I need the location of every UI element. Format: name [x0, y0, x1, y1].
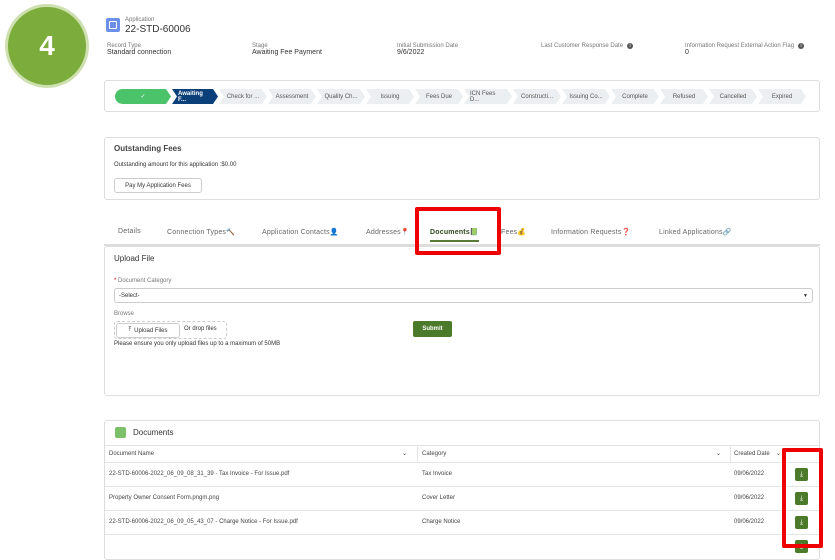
- pay-fees-button[interactable]: Pay My Application Fees: [114, 178, 202, 193]
- tab-linked-applications[interactable]: Linked Applications🔗: [659, 228, 732, 236]
- table-row: Property Owner Consent Form.pngm.png Cov…: [105, 486, 819, 510]
- column-header-category[interactable]: Category: [422, 451, 446, 457]
- chevron-down-icon[interactable]: ⌄: [402, 450, 407, 457]
- application-icon: [106, 18, 120, 32]
- chevron-down-icon[interactable]: ⌄: [716, 450, 721, 457]
- tab-application-contacts[interactable]: Application Contacts👤: [262, 228, 339, 236]
- tab-fees[interactable]: Fees💰: [501, 228, 526, 236]
- path-step[interactable]: Fees Due: [415, 89, 463, 104]
- table-row: 22-STD-60006-2022_06_09_05_43_07 - Charg…: [105, 510, 819, 534]
- browse-label: Browse: [114, 311, 135, 317]
- tab-connection-types[interactable]: Connection Types🔨: [167, 228, 235, 236]
- column-divider: [730, 446, 731, 463]
- field-record-type: Record Type Standard connection: [107, 43, 171, 56]
- path-step[interactable]: Assessment: [268, 89, 316, 104]
- upload-title: Upload File: [114, 254, 155, 263]
- document-name[interactable]: 22-STD-60006-2022_06_09_08_31_39 - Tax I…: [109, 471, 289, 477]
- table-row: ⤓: [105, 534, 819, 558]
- document-date: 09/06/2022: [734, 495, 765, 501]
- document-category: Cover Letter: [422, 495, 456, 501]
- dropdown-arrow-icon: ▼: [803, 293, 808, 299]
- field-stage: Stage Awaiting Fee Payment: [252, 43, 322, 56]
- highlight-download-column: [782, 448, 823, 548]
- tab-details[interactable]: Details: [118, 228, 141, 235]
- upload-files-button[interactable]: ⤒ Upload Files: [116, 323, 180, 338]
- document-name[interactable]: Property Owner Consent Form.pngm.png: [109, 495, 219, 501]
- step-number-badge: 4: [5, 4, 89, 88]
- path-step[interactable]: Complete: [611, 89, 659, 104]
- required-mark: *: [114, 278, 117, 284]
- documents-card: Documents Document Name ⌄ Category ⌄ Cre…: [104, 420, 820, 560]
- object-label: Application: [125, 17, 155, 23]
- highlight-documents-tab: [415, 207, 501, 255]
- path-step[interactable]: Constructi...: [513, 89, 561, 104]
- tab-addresses[interactable]: Addresses📍: [366, 228, 410, 236]
- upload-file-card: Upload File * Document Category -Select-…: [104, 246, 820, 396]
- field-label: Last Customer Response Date: [541, 43, 624, 49]
- column-divider: [417, 446, 418, 463]
- document-date: 09/06/2022: [734, 519, 765, 525]
- field-submission-date: Initial Submission Date 9/6/2022: [397, 43, 458, 56]
- category-label-text: Document Category: [118, 278, 172, 284]
- upload-icon: ⤒: [128, 327, 132, 333]
- field-value: Awaiting Fee Payment: [252, 49, 322, 56]
- drop-files-text: Or drop files: [184, 326, 217, 332]
- documents-title: Documents: [133, 428, 174, 437]
- path-step[interactable]: Quality Ch...: [317, 89, 365, 104]
- column-header-name[interactable]: Document Name: [109, 451, 154, 457]
- info-icon[interactable]: i: [798, 43, 805, 49]
- record-title: 22-STD-60006: [125, 24, 191, 35]
- path-step[interactable]: Expired: [758, 89, 806, 104]
- table-row: 22-STD-60006-2022_06_09_08_31_39 - Tax I…: [105, 462, 819, 486]
- path-step-completed[interactable]: ✓: [115, 89, 171, 104]
- tab-information-requests[interactable]: Information Requests❓: [551, 228, 630, 236]
- file-drop-zone[interactable]: ⤒ Upload Files Or drop files: [114, 321, 227, 339]
- document-date: 09/06/2022: [734, 471, 765, 477]
- path-step[interactable]: Check for ...: [219, 89, 267, 104]
- submit-button[interactable]: Submit: [413, 321, 452, 337]
- field-value: 0: [685, 49, 689, 56]
- chevron-down-icon[interactable]: ⌄: [776, 450, 781, 457]
- table-header: Document Name ⌄ Category ⌄ Created Date …: [105, 445, 819, 463]
- field-action-flag: Information Request External Action Flag…: [685, 43, 805, 56]
- document-category: Tax Invoice: [422, 471, 453, 477]
- field-last-response-date: Last Customer Response Date i: [541, 43, 634, 49]
- category-label: * Document Category: [114, 278, 171, 284]
- documents-icon: [115, 427, 126, 438]
- fees-text: Outstanding amount for this application …: [114, 162, 237, 168]
- document-category-select[interactable]: -Select- ▼: [114, 288, 813, 303]
- field-value: Standard connection: [107, 49, 172, 56]
- path-step[interactable]: Refused: [660, 89, 708, 104]
- stage-path: ✓ Awaiting F... Check for ... Assessment…: [104, 80, 820, 112]
- field-label: Information Request External Action Flag: [685, 43, 795, 49]
- selected-category: -Select-: [119, 293, 140, 299]
- path-step-current[interactable]: Awaiting F...: [172, 89, 218, 104]
- upload-size-note: Please ensure you only upload files up t…: [114, 341, 281, 347]
- upload-files-label: Upload Files: [134, 327, 168, 334]
- path-step[interactable]: ICN Fees D...: [464, 89, 512, 104]
- fees-title: Outstanding Fees: [114, 144, 182, 153]
- document-category: Charge Notice: [422, 519, 461, 525]
- outstanding-fees-card: Outstanding Fees Outstanding amount for …: [104, 137, 820, 200]
- column-header-created-date[interactable]: Created Date: [734, 451, 770, 457]
- path-step[interactable]: Cancelled: [709, 89, 757, 104]
- path-step[interactable]: Issuing Co...: [562, 89, 610, 104]
- document-name[interactable]: 22-STD-60006-2022_06_09_05_43_07 - Charg…: [109, 519, 298, 525]
- field-value: 9/6/2022: [397, 49, 425, 56]
- path-step[interactable]: Issuing: [366, 89, 414, 104]
- info-icon[interactable]: i: [627, 43, 634, 49]
